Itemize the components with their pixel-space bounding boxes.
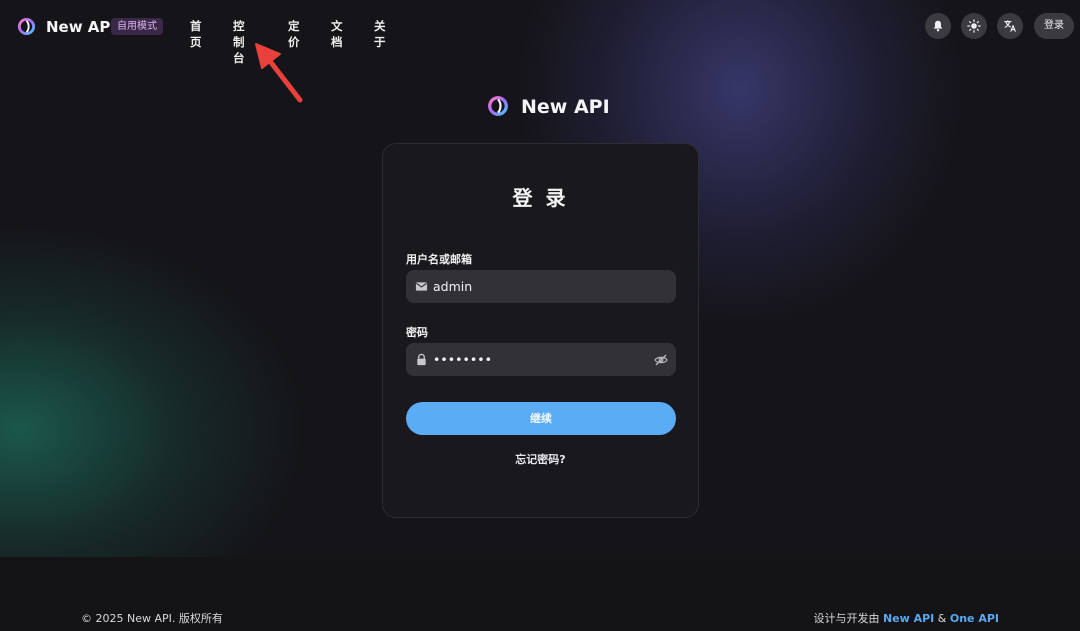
- header-login-button[interactable]: 登录: [1034, 13, 1074, 39]
- top-header: New API 自用模式 首页 控制台 定价 文档 关于 登录: [0, 0, 1080, 65]
- username-input[interactable]: [433, 270, 643, 303]
- nav-home[interactable]: 首页: [190, 18, 202, 50]
- username-label: 用户名或邮箱: [406, 253, 472, 266]
- new-api-link[interactable]: New API: [883, 612, 934, 625]
- notification-button[interactable]: [925, 13, 951, 39]
- mode-badge: 自用模式: [111, 18, 163, 35]
- language-button[interactable]: [997, 13, 1023, 39]
- center-brand-name: New API: [521, 96, 610, 118]
- username-field[interactable]: [406, 270, 676, 303]
- password-label: 密码: [406, 326, 428, 339]
- logo-icon[interactable]: [17, 17, 36, 36]
- nav-docs[interactable]: 文档: [331, 18, 343, 50]
- center-logo-icon: [488, 96, 508, 116]
- login-card: 登 录 用户名或邮箱 密码 继续 忘记密码?: [382, 143, 699, 518]
- arrow-annotation-icon: [255, 43, 303, 103]
- eye-off-icon[interactable]: [654, 353, 668, 367]
- credits-text: 设计与开发由 New API & One API: [813, 612, 999, 626]
- nav-console[interactable]: 控制台: [233, 18, 245, 66]
- forgot-password-link[interactable]: 忘记密码?: [383, 451, 698, 467]
- credits-prefix: 设计与开发由: [813, 612, 883, 625]
- continue-button[interactable]: 继续: [406, 402, 676, 435]
- nav-about[interactable]: 关于: [374, 18, 386, 50]
- brand-name[interactable]: New API: [46, 17, 116, 37]
- mail-icon: [415, 282, 428, 291]
- lock-icon: [417, 353, 426, 366]
- sun-icon: [967, 19, 981, 33]
- credits-amp: &: [934, 612, 950, 625]
- password-input[interactable]: [433, 343, 643, 376]
- translate-icon: [1004, 20, 1016, 32]
- page: New API 自用模式 首页 控制台 定价 文档 关于 登录 New API …: [0, 0, 1080, 631]
- one-api-link[interactable]: One API: [950, 612, 999, 625]
- theme-toggle-button[interactable]: [961, 13, 987, 39]
- password-field[interactable]: [406, 343, 676, 376]
- bell-icon: [933, 20, 943, 32]
- login-title: 登 录: [512, 186, 569, 210]
- copyright-text: © 2025 New API. 版权所有: [81, 612, 223, 625]
